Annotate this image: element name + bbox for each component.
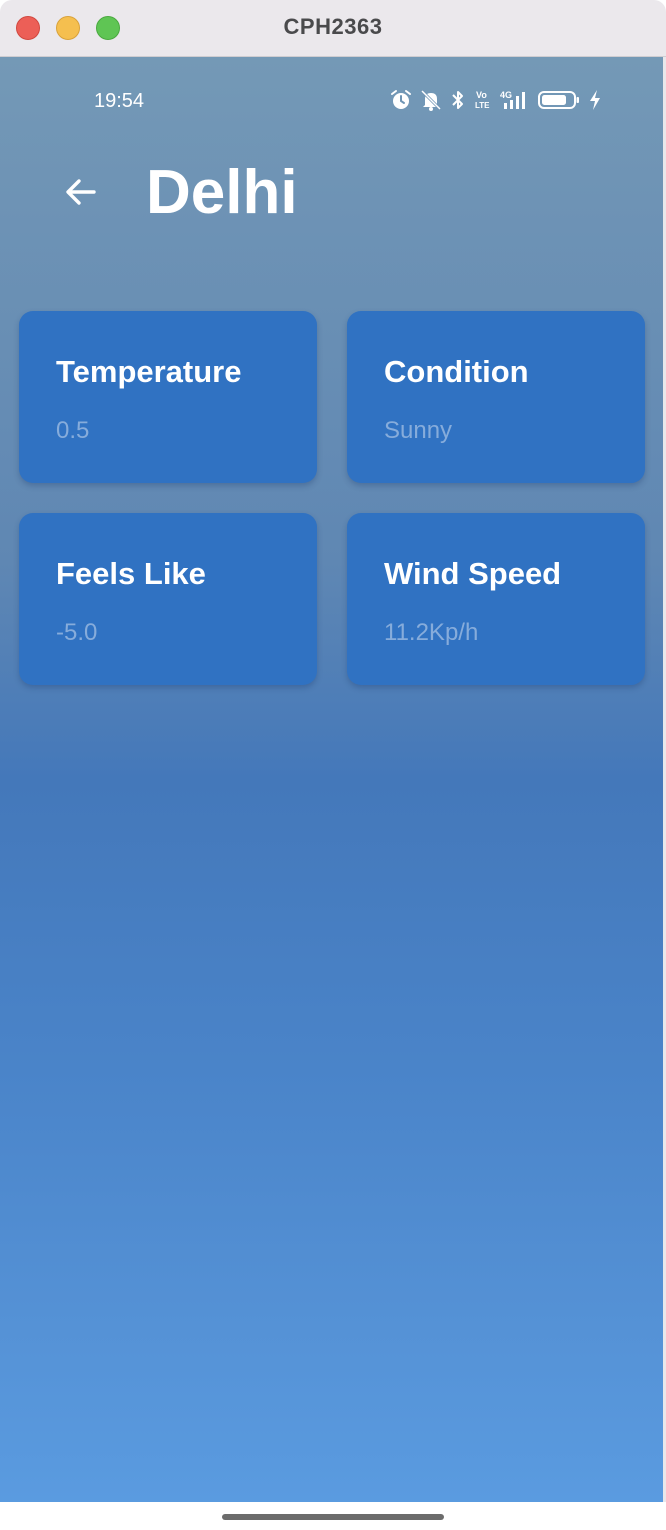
4g-signal-icon: 4G xyxy=(500,89,530,111)
condition-card[interactable]: Condition Sunny xyxy=(347,311,645,483)
card-title: Wind Speed xyxy=(384,556,562,591)
arrow-left-icon xyxy=(64,177,98,212)
card-value: 0.5 xyxy=(56,417,90,444)
status-icons: Vo LTE 4G xyxy=(390,87,602,113)
phone-screen: 19:54 Vo LTE 4G Delhi Temperature 0.5 Co… xyxy=(0,57,663,1502)
bell-muted-icon xyxy=(420,89,442,111)
svg-text:Vo: Vo xyxy=(476,90,487,100)
card-title: Feels Like xyxy=(56,556,206,591)
card-value: 11.2Kp/h xyxy=(384,619,479,646)
back-button[interactable] xyxy=(56,169,106,219)
navigation-bar xyxy=(0,1502,666,1530)
card-value: Sunny xyxy=(384,417,453,444)
city-title: Delhi xyxy=(146,158,298,227)
card-title: Temperature xyxy=(56,354,242,389)
window-titlebar[interactable]: CPH2363 xyxy=(0,0,666,57)
app-window: CPH2363 19:54 Vo LTE 4G Delhi Temperatur… xyxy=(0,0,666,1530)
svg-text:LTE: LTE xyxy=(475,101,490,110)
card-value: -5.0 xyxy=(56,619,98,646)
status-time: 19:54 xyxy=(94,90,145,112)
svg-text:4G: 4G xyxy=(500,90,512,100)
temperature-card[interactable]: Temperature 0.5 xyxy=(19,311,317,483)
window-title: CPH2363 xyxy=(283,14,383,39)
battery-icon xyxy=(538,89,580,111)
bluetooth-icon xyxy=(450,89,466,111)
feels-like-card[interactable]: Feels Like -5.0 xyxy=(19,513,317,685)
charging-bolt-icon xyxy=(588,89,602,111)
alarm-icon xyxy=(390,89,412,111)
volte-icon: Vo LTE xyxy=(474,89,492,111)
card-title: Condition xyxy=(384,354,529,389)
home-indicator[interactable] xyxy=(222,1514,444,1520)
wind-speed-card[interactable]: Wind Speed 11.2Kp/h xyxy=(347,513,645,685)
